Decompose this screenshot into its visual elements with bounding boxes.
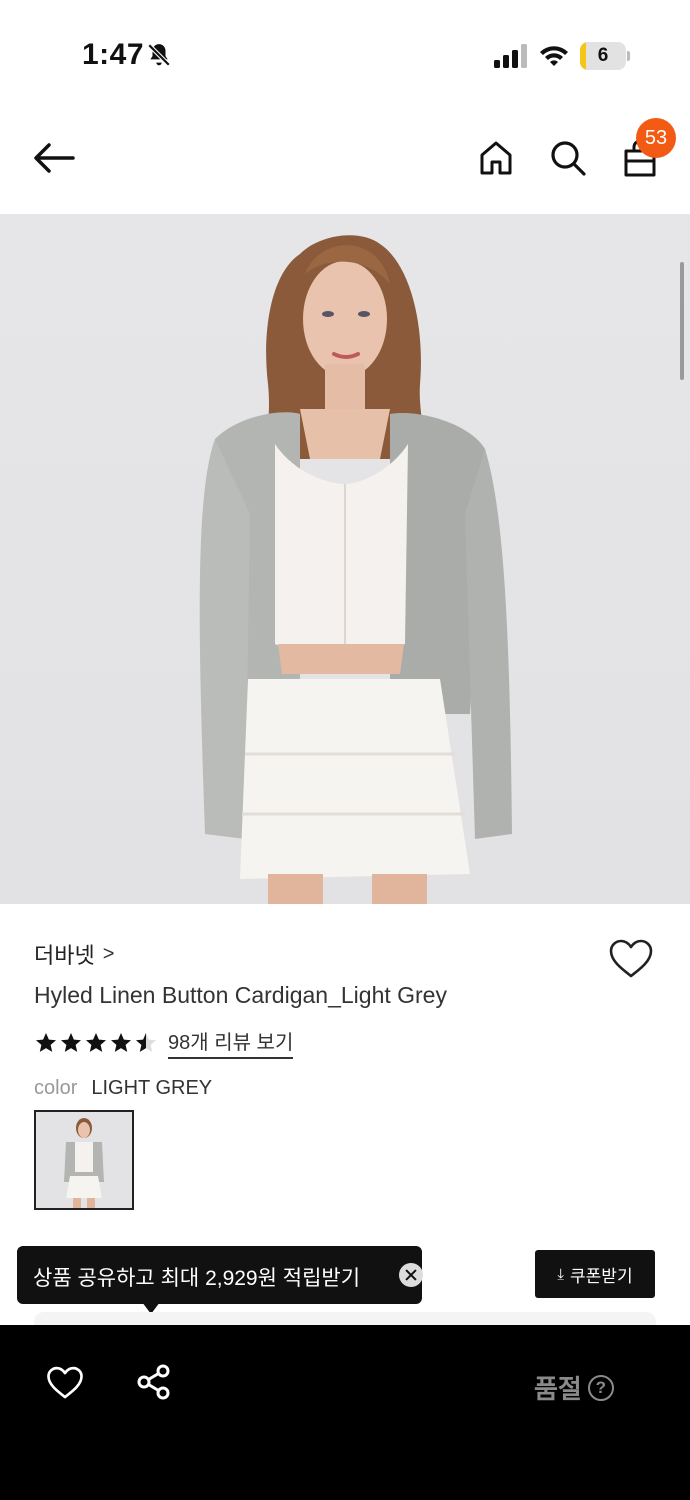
share-button[interactable] [135, 1363, 173, 1401]
heart-icon [47, 1366, 83, 1399]
swatch-photo [36, 1112, 132, 1208]
close-icon[interactable] [399, 1263, 423, 1287]
battery-level: 6 [597, 45, 609, 66]
rating-row: 98개 리뷰 보기 [34, 1026, 294, 1059]
bell-slash-icon [147, 43, 171, 67]
wishlist-button[interactable] [608, 938, 656, 982]
share-icon [137, 1364, 170, 1400]
home-button[interactable] [472, 134, 520, 182]
rating-stars [34, 1031, 158, 1055]
reviews-link[interactable]: 98개 리뷰 보기 [168, 1026, 294, 1059]
back-button[interactable] [30, 134, 78, 182]
model-photo [199, 235, 512, 904]
home-icon [480, 141, 512, 175]
cart-count-badge: 53 [636, 118, 676, 158]
search-button[interactable] [544, 134, 592, 182]
sold-out-status: 품절 ? [534, 1369, 614, 1406]
image-scroll-indicator [680, 262, 684, 380]
chevron-right-icon: > [102, 942, 115, 965]
cellular-signal-icon [494, 44, 527, 68]
star-icon [61, 1032, 81, 1052]
color-row: color LIGHT GREY [34, 1077, 212, 1100]
share-reward-tooltip: 상품 공유하고 최대 2,929원 적립받기 [17, 1246, 423, 1304]
color-label: color [34, 1077, 78, 1099]
star-icon [86, 1032, 106, 1052]
heart-icon [609, 939, 653, 978]
sold-out-label: 품절 [534, 1374, 582, 1404]
status-time: 1:47 [82, 38, 145, 71]
search-icon [551, 141, 586, 176]
product-title: Hyled Linen Button Cardigan_Light Grey [34, 982, 447, 1008]
help-icon[interactable]: ? [587, 1374, 614, 1401]
battery-icon: 6 [580, 42, 630, 70]
star-icon [36, 1032, 56, 1052]
bottom-action-bar: 품절 ? [0, 1325, 690, 1500]
wifi-icon [540, 46, 568, 66]
color-value: LIGHT GREY [91, 1077, 213, 1099]
bottom-wishlist-button[interactable] [46, 1365, 84, 1401]
star-icon [111, 1032, 131, 1052]
tooltip-text: 상품 공유하고 최대 2,929원 적립받기 [33, 1267, 361, 1290]
brand-name: 더바넷 [34, 943, 95, 968]
coupon-label: 쿠폰받기 [570, 1266, 633, 1286]
status-bar: 1:47 6 [0, 0, 690, 110]
nav-header [0, 110, 690, 214]
brand-link[interactable]: 더바넷 > [34, 938, 114, 970]
battery-body: 6 [580, 42, 626, 70]
product-image[interactable] [0, 214, 690, 904]
color-swatch-thumbnail[interactable] [34, 1110, 134, 1210]
download-icon: ⤓ [557, 1265, 565, 1283]
coupon-button[interactable]: ⤓ 쿠폰받기 [535, 1250, 655, 1298]
back-arrow-icon [34, 143, 75, 173]
battery-cap [627, 51, 630, 61]
star-icon [136, 1032, 156, 1052]
